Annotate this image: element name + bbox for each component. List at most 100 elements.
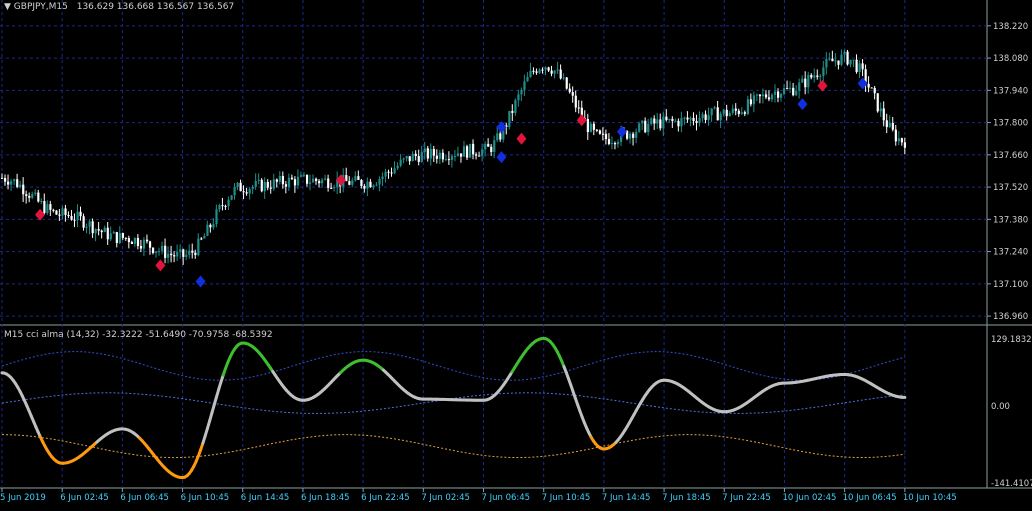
buy-signal-marker [196,276,206,288]
candle-body [548,67,550,70]
candle-body [384,172,386,177]
candle-body [128,238,130,242]
candle-body [218,205,220,209]
candle-body [261,180,263,191]
candle-body [240,183,242,191]
candle-body [107,228,109,240]
candle-body [164,246,166,258]
candle-body [726,110,728,116]
candle-body [351,180,353,184]
candle-body [237,183,239,187]
middle-band-line [2,393,905,414]
time-label: 7 Jun 14:45 [602,493,651,503]
candle-body [372,185,374,187]
time-label: 6 Jun 18:45 [301,493,350,503]
candle-body [493,140,495,152]
time-label: 6 Jun 06:45 [120,493,169,503]
indicator-header: M15 cci alma (14,32) -32.3222 -51.6490 -… [4,330,273,340]
candle-body [668,119,670,120]
candle-body [605,134,607,139]
candle-body [28,196,30,198]
candle-body [629,134,631,139]
candle-body [650,119,652,125]
candle-body [182,249,184,257]
candle-body [783,88,785,94]
collapse-triangle-icon[interactable]: ▼ [4,2,11,12]
candle-body [689,118,691,120]
candle-body [258,180,260,181]
sell-signal-marker [155,259,165,271]
candle-body [810,75,812,78]
price-axes: 138.220138.080137.940137.800137.660137.5… [987,22,1032,489]
chart-window[interactable]: 138.220138.080137.940137.800137.660137.5… [0,0,1032,507]
candle-body [22,185,24,195]
candle-body [856,60,858,72]
candle-body [246,192,248,193]
candle-body [427,148,429,158]
candle-body [436,156,438,159]
candle-body [702,114,704,118]
candle-body [750,99,752,104]
candle-body [816,75,818,76]
candle-body [158,251,160,252]
candle-body [557,70,559,71]
candle-body [348,181,350,185]
candle-body [481,149,483,156]
candle-body [747,99,749,114]
candle-body [360,180,362,186]
candle-body [578,108,580,109]
sell-signal-marker [517,133,527,145]
candle-body [774,92,776,95]
candle-body [714,107,716,108]
price-label: 137.660 [993,151,1028,161]
candle-body [617,142,619,144]
candle-body [276,179,278,181]
candle-body [312,179,314,183]
candle-body [756,95,758,96]
candle-body [101,231,103,232]
candle-body [439,153,441,159]
candle-body [575,96,577,108]
time-label: 7 Jun 22:45 [722,493,771,503]
candle-body [735,109,737,111]
chart-canvas[interactable]: 138.220138.080137.940137.800137.660137.5… [0,0,1032,507]
candle-body [203,236,205,239]
candle-body [197,238,199,255]
candle-body [825,59,827,68]
candle-body [285,184,287,186]
candle-body [868,84,870,88]
candle-body [665,117,667,120]
candle-body [780,94,782,98]
candle-body [804,79,806,88]
candle-body [608,139,610,144]
price-label: 137.940 [993,86,1028,96]
candle-body [777,92,779,98]
candle-body [149,241,151,247]
candle-body [131,242,133,244]
candle-body [508,111,510,127]
candle-body [762,94,764,96]
main-chart-header: ▼ GBPJPY,M15 136.629 136.668 136.567 136… [4,2,234,12]
candle-body [67,215,69,216]
candle-body [143,240,145,249]
candle-body [403,158,405,159]
candle-body [224,206,226,207]
candle-body [843,52,845,55]
candle-body [472,144,474,154]
candle-body [711,108,713,115]
candle-body [291,178,293,180]
candle-body [659,119,661,128]
candle-body [587,119,589,132]
candle-body [611,143,613,144]
candle-body [89,221,91,226]
time-label: 6 Jun 22:45 [361,493,410,503]
candle-body [46,204,48,213]
candle-body [880,108,882,111]
candle-body [279,176,281,182]
candle-body [698,118,700,123]
candle-body [173,255,175,256]
candle-body [523,81,525,90]
candle-body [354,176,356,180]
candle-body [765,94,767,97]
candle-body [786,88,788,89]
